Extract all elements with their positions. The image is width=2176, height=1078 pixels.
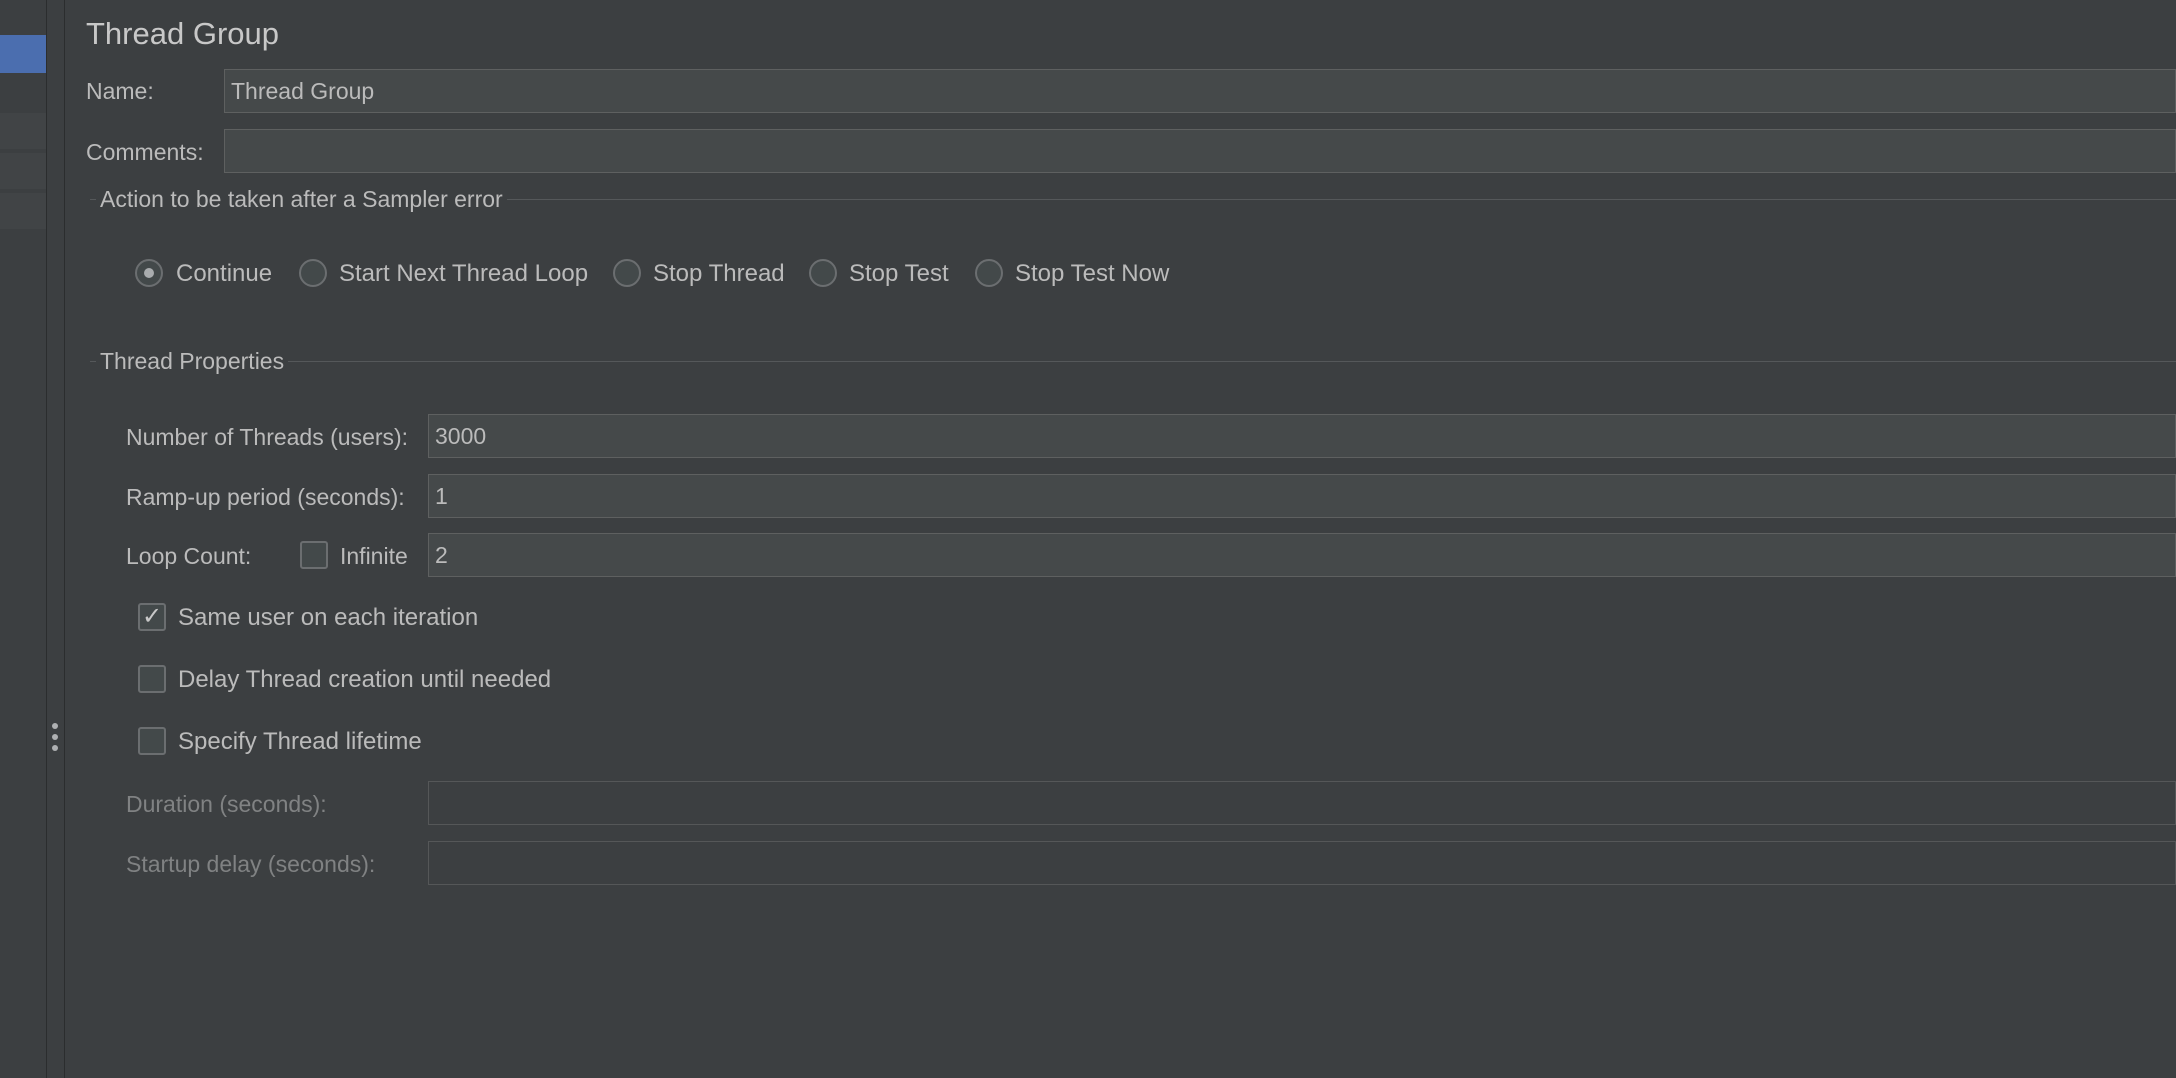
ramp-up-input[interactable]: 1 [428, 474, 2176, 518]
startup-delay-input[interactable] [428, 841, 2176, 885]
loop-count-input[interactable]: 2 [428, 533, 2176, 577]
infinite-label[interactable]: Infinite [340, 543, 408, 570]
same-user-label[interactable]: Same user on each iteration [178, 604, 478, 632]
radio-stop-test-now-label[interactable]: Stop Test Now [1015, 260, 1169, 288]
test-plan-tree [0, 0, 46, 1078]
infinite-checkbox[interactable] [300, 541, 328, 569]
duration-input[interactable] [428, 781, 2176, 825]
specify-lifetime-label[interactable]: Specify Thread lifetime [178, 728, 422, 756]
delay-creation-label[interactable]: Delay Thread creation until needed [178, 666, 551, 694]
num-threads-label: Number of Threads (users): [126, 424, 409, 450]
thread-properties-group-title: Thread Properties [96, 348, 289, 375]
vertical-ellipsis-icon[interactable] [52, 723, 58, 751]
ramp-up-label: Ramp-up period (seconds): [126, 484, 405, 510]
radio-start-next-thread-loop-label[interactable]: Start Next Thread Loop [339, 260, 588, 288]
panel-divider [64, 0, 65, 1078]
thread-properties-group-border [90, 361, 2176, 362]
name-input[interactable]: Thread Group [224, 69, 2176, 113]
comments-input[interactable] [224, 129, 2176, 173]
radio-continue[interactable] [135, 259, 163, 287]
num-threads-input[interactable]: 3000 [428, 414, 2176, 458]
radio-stop-test[interactable] [809, 259, 837, 287]
radio-continue-label[interactable]: Continue [176, 260, 272, 288]
page-title: Thread Group [86, 16, 279, 51]
specify-lifetime-checkbox[interactable] [138, 727, 166, 755]
tree-item[interactable] [0, 193, 46, 229]
duration-label: Duration (seconds): [126, 791, 327, 817]
radio-stop-thread-label[interactable]: Stop Thread [653, 260, 785, 288]
loop-count-label: Loop Count: [126, 543, 252, 569]
tree-item[interactable] [0, 153, 46, 189]
tree-divider [46, 0, 47, 1078]
radio-start-next-thread-loop[interactable] [299, 259, 327, 287]
same-user-checkbox[interactable]: ✓ [138, 603, 166, 631]
delay-creation-checkbox[interactable] [138, 665, 166, 693]
radio-stop-test-label[interactable]: Stop Test [849, 260, 949, 288]
radio-stop-thread[interactable] [613, 259, 641, 287]
tree-selected-item[interactable] [0, 35, 46, 73]
name-label: Name: [86, 78, 154, 104]
checkmark-icon: ✓ [141, 603, 163, 630]
comments-label: Comments: [86, 139, 204, 165]
thread-group-window: Thread Group Name: Thread Group Comments… [0, 0, 2176, 1078]
tree-item[interactable] [0, 113, 46, 149]
radio-stop-test-now[interactable] [975, 259, 1003, 287]
startup-delay-label: Startup delay (seconds): [126, 851, 376, 877]
sampler-error-group-title: Action to be taken after a Sampler error [96, 186, 507, 213]
